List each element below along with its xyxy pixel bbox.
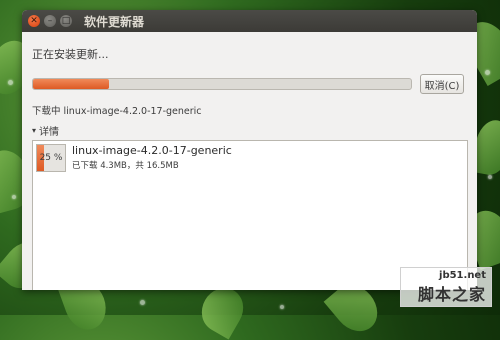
watermark-name: 脚本之家 bbox=[417, 284, 486, 304]
minimize-icon[interactable]: – bbox=[44, 15, 56, 27]
water-drop bbox=[485, 70, 490, 75]
maximize-icon[interactable]: □ bbox=[60, 15, 72, 27]
details-toggle[interactable]: ▾ 详情 bbox=[32, 123, 467, 138]
title-bar[interactable]: ✕ – □ 软件更新器 bbox=[22, 10, 477, 32]
item-progress: 25 % bbox=[36, 144, 66, 172]
water-drop bbox=[12, 195, 16, 199]
watermark-domain: jb51.net bbox=[439, 269, 486, 281]
download-size: 已下载 4.3MB，共 16.5MB bbox=[72, 161, 179, 171]
cancel-button[interactable]: 取消(C) bbox=[420, 74, 464, 94]
water-drop bbox=[8, 80, 13, 85]
details-label: 详情 bbox=[39, 127, 60, 138]
window-title: 软件更新器 bbox=[84, 14, 145, 29]
item-percent-label: 25 % bbox=[39, 153, 63, 163]
close-icon[interactable]: ✕ bbox=[28, 15, 40, 27]
installing-status: 正在安装更新... bbox=[32, 48, 109, 61]
window-content: 正在安装更新... 取消(C) 下载中 linux-image-4.2.0-17… bbox=[22, 32, 477, 290]
downloading-status: 下载中 linux-image-4.2.0-17-generic bbox=[32, 106, 202, 117]
progress-row: 取消(C) bbox=[32, 74, 467, 94]
water-drop bbox=[280, 305, 284, 309]
item-text: linux-image-4.2.0-17-generic 已下载 4.3MB，共… bbox=[72, 144, 232, 171]
package-name: linux-image-4.2.0-17-generic bbox=[72, 144, 232, 157]
list-item: 25 % linux-image-4.2.0-17-generic 已下载 4.… bbox=[33, 141, 467, 175]
software-updater-window: ✕ – □ 软件更新器 正在安装更新... 取消(C) 下载中 linux-im… bbox=[22, 10, 477, 290]
overall-progress-bar bbox=[32, 78, 412, 90]
overall-progress-fill bbox=[33, 79, 109, 89]
water-drop bbox=[140, 300, 145, 305]
site-watermark: jb51.net 脚本之家 bbox=[400, 267, 492, 307]
water-drop bbox=[488, 175, 492, 179]
expander-triangle-icon: ▾ bbox=[32, 126, 37, 135]
